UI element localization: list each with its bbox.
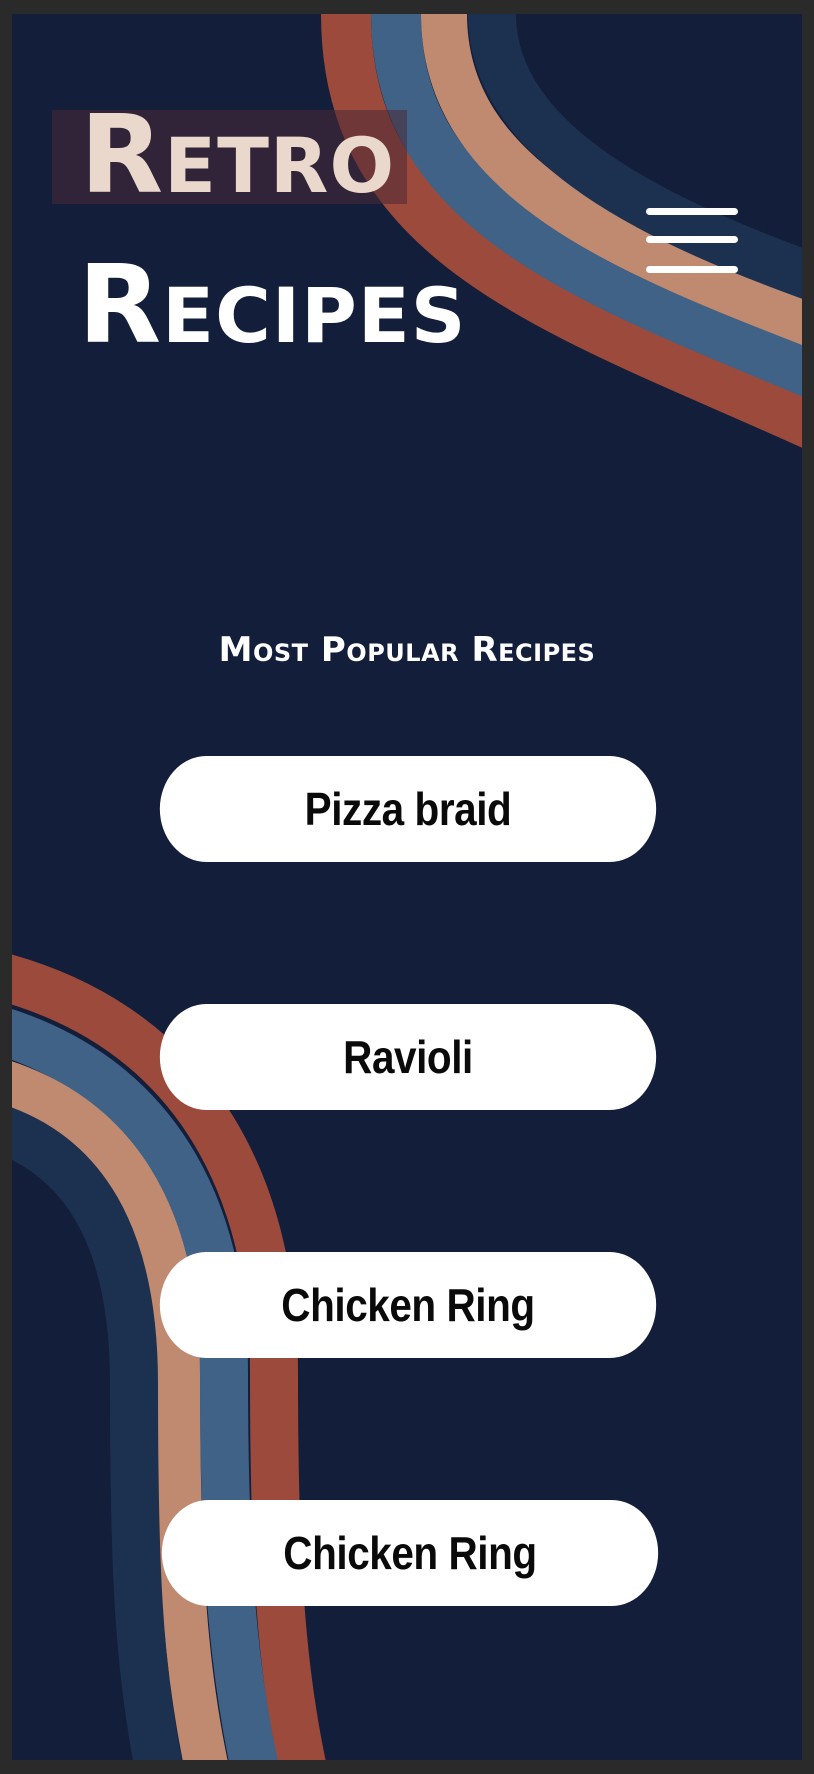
logo-recipes: Recipes [78, 243, 467, 368]
recipe-button-ravioli[interactable]: Ravioli [159, 1004, 657, 1110]
menu-bar-middle [646, 236, 738, 243]
menu-bar-bottom [646, 266, 738, 273]
logo-retro: Retro [52, 102, 408, 210]
recipe-button-chicken-ring-2[interactable]: Chicken Ring [161, 1500, 659, 1606]
popular-recipes-heading: Most Popular Recipes [218, 630, 596, 670]
app-screen: Retro Recipes Most Popular Recipes Pizza… [12, 14, 802, 1760]
menu-bar-top [646, 208, 738, 215]
recipe-button-pizza-braid[interactable]: Pizza braid [159, 756, 657, 862]
hamburger-menu-icon[interactable] [642, 194, 742, 280]
recipe-button-chicken-ring[interactable]: Chicken Ring [159, 1252, 657, 1358]
